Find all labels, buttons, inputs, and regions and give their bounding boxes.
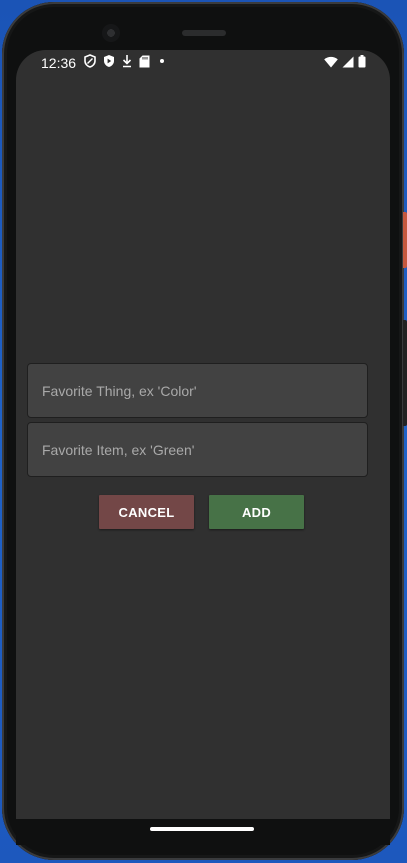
wifi-icon: [324, 56, 338, 68]
cellular-signal-icon: [342, 56, 354, 68]
earpiece-speaker: [182, 30, 226, 36]
notification-dot-icon: [160, 59, 164, 63]
system-icons: [324, 55, 366, 68]
download-arrow-icon: [122, 54, 132, 68]
favorite-thing-field[interactable]: [27, 363, 368, 418]
power-button[interactable]: [403, 212, 407, 268]
favorite-item-field[interactable]: [27, 422, 368, 477]
status-time: 12:36: [41, 55, 77, 71]
navigation-area: [16, 819, 390, 845]
shield-outline-icon: [84, 54, 96, 68]
app-screen: 12:36 Favorite Thing, ex 'Color' Favorit…: [16, 50, 390, 819]
home-gesture-bar[interactable]: [150, 827, 254, 831]
volume-button[interactable]: [403, 320, 407, 426]
battery-icon: [358, 55, 366, 68]
front-camera: [102, 24, 120, 42]
status-bar: 12:36: [16, 50, 390, 74]
favorite-thing-input[interactable]: [28, 364, 367, 417]
cancel-button[interactable]: Cancel: [99, 495, 194, 529]
shield-play-icon: [103, 54, 115, 68]
notification-icons: [84, 54, 164, 68]
favorite-item-input[interactable]: [28, 423, 367, 476]
sd-card-icon: [139, 55, 150, 68]
add-button[interactable]: Add: [209, 495, 304, 529]
